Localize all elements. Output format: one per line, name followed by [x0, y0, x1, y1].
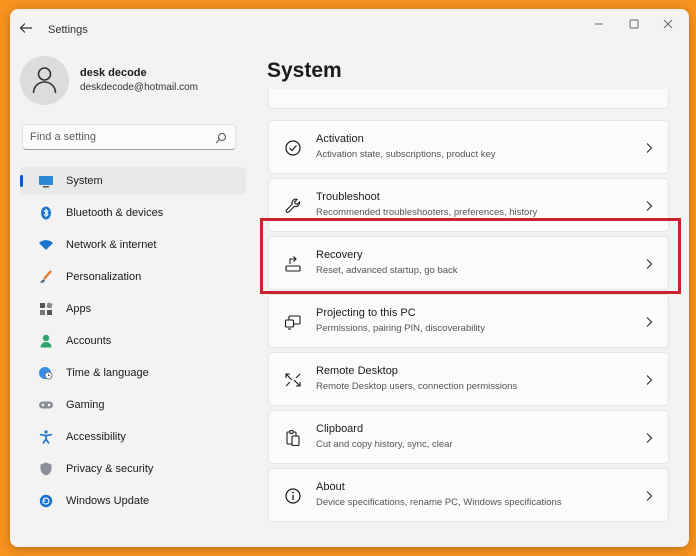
recovery-icon [284, 255, 302, 273]
sidebar-item-accessibility[interactable]: Accessibility [20, 423, 246, 451]
sidebar-item-personalization[interactable]: Personalization [20, 263, 246, 291]
card-recovery[interactable]: Recovery Reset, advanced startup, go bac… [268, 236, 669, 290]
card-description: Reset, advanced startup, go back [316, 265, 458, 276]
card-activation[interactable]: Activation Activation state, subscriptio… [268, 120, 669, 174]
card-remote-desktop[interactable]: Remote Desktop Remote Desktop users, con… [268, 352, 669, 406]
shield-icon [38, 462, 54, 476]
chevron-right-icon [644, 315, 654, 327]
sidebar-item-label: Apps [66, 303, 92, 315]
sidebar-item-network[interactable]: Network & internet [20, 231, 246, 259]
bluetooth-icon [38, 206, 54, 220]
page-title: System [267, 59, 342, 82]
user-profile[interactable]: desk decode deskdecode@hotmail.com [20, 56, 250, 106]
sidebar-item-privacy[interactable]: Privacy & security [20, 455, 246, 483]
card-title: Clipboard [316, 423, 364, 435]
settings-list: Activation Activation state, subscriptio… [268, 89, 670, 547]
chevron-right-icon [644, 373, 654, 385]
search-icon[interactable] [215, 131, 227, 149]
minimize-icon[interactable] [592, 17, 606, 31]
settings-window: Settings desk decode deskdecode@hotmail.… [10, 9, 689, 547]
card-title: Projecting to this PC [316, 307, 416, 319]
sidebar-item-label: Privacy & security [66, 463, 154, 475]
search-input[interactable] [30, 129, 210, 145]
wifi-icon [38, 238, 54, 252]
card-title: Recovery [316, 249, 363, 261]
accessibility-icon [38, 430, 54, 444]
sidebar-item-label: Accessibility [66, 431, 126, 443]
chevron-right-icon [644, 489, 654, 501]
gamepad-icon [38, 398, 54, 412]
card-description: Activation state, subscriptions, product… [316, 149, 496, 160]
card-about[interactable]: About Device specifications, rename PC, … [268, 468, 669, 522]
sidebar-item-label: Time & language [66, 367, 149, 379]
search-box[interactable] [22, 124, 236, 150]
sidebar-item-system[interactable]: System [20, 167, 246, 195]
info-icon [284, 487, 302, 505]
sidebar-item-time-language[interactable]: Time & language [20, 359, 246, 387]
partial-card[interactable] [268, 89, 669, 109]
check-circle-icon [284, 139, 302, 157]
sidebar-item-bluetooth[interactable]: Bluetooth & devices [20, 199, 246, 227]
sidebar-item-label: System [66, 175, 103, 187]
sidebar-item-label: Accounts [66, 335, 112, 347]
app-title: Settings [48, 24, 88, 36]
avatar [20, 56, 69, 105]
title-bar: Settings [10, 9, 689, 51]
sidebar-item-label: Personalization [66, 271, 142, 283]
sidebar-nav: System Bluetooth & devices Network & int… [20, 167, 246, 519]
sidebar-item-label: Network & internet [66, 239, 157, 251]
sidebar-item-label: Windows Update [66, 495, 150, 507]
card-title: Activation [316, 133, 364, 145]
card-title: Troubleshoot [316, 191, 380, 203]
user-name: desk decode [80, 67, 147, 79]
card-description: Permissions, pairing PIN, discoverabilit… [316, 323, 485, 334]
close-icon[interactable] [661, 17, 675, 31]
sidebar-item-gaming[interactable]: Gaming [20, 391, 246, 419]
user-email: deskdecode@hotmail.com [80, 82, 198, 93]
brush-icon [38, 270, 54, 284]
globe-clock-icon [38, 366, 54, 380]
account-icon [38, 334, 54, 348]
remote-desktop-icon [284, 371, 302, 389]
card-description: Device specifications, rename PC, Window… [316, 497, 562, 508]
card-title: Remote Desktop [316, 365, 398, 377]
card-description: Cut and copy history, sync, clear [316, 439, 453, 450]
card-projecting[interactable]: Projecting to this PC Permissions, pairi… [268, 294, 669, 348]
chevron-right-icon [644, 141, 654, 153]
back-arrow-icon[interactable] [19, 21, 39, 39]
user-icon [32, 67, 57, 94]
sidebar-item-label: Bluetooth & devices [66, 207, 164, 219]
card-description: Remote Desktop users, connection permiss… [316, 381, 518, 392]
sidebar-item-accounts[interactable]: Accounts [20, 327, 246, 355]
card-clipboard[interactable]: Clipboard Cut and copy history, sync, cl… [268, 410, 669, 464]
card-troubleshoot[interactable]: Troubleshoot Recommended troubleshooters… [268, 178, 669, 232]
update-icon [38, 494, 54, 508]
sidebar-item-windows-update[interactable]: Windows Update [20, 487, 246, 515]
chevron-right-icon [644, 199, 654, 211]
sidebar-item-label: Gaming [66, 399, 105, 411]
chevron-right-icon [644, 431, 654, 443]
clipboard-icon [284, 429, 302, 447]
card-description: Recommended troubleshooters, preferences… [316, 207, 538, 218]
projecting-icon [284, 313, 302, 331]
chevron-right-icon [644, 257, 654, 269]
wrench-icon [284, 197, 302, 215]
system-icon [38, 174, 54, 188]
sidebar-item-apps[interactable]: Apps [20, 295, 246, 323]
apps-icon [38, 302, 54, 316]
card-title: About [316, 481, 345, 493]
maximize-icon[interactable] [627, 17, 641, 31]
